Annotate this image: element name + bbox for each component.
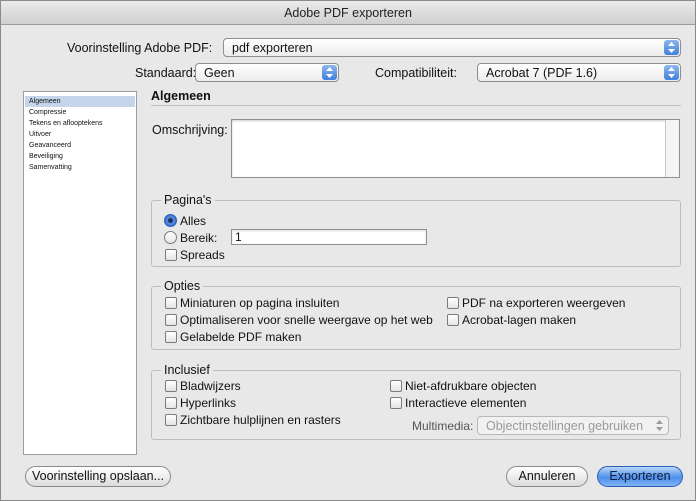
multimedia-value: Objectinstellingen gebruiken	[486, 419, 644, 433]
tagged-pdf-label: Gelabelde PDF maken	[180, 330, 302, 344]
tagged-pdf-checkbox[interactable]	[165, 331, 177, 343]
standard-label: Standaard:	[135, 66, 197, 80]
optimize-label: Optimaliseren voor snelle weergave op he…	[180, 313, 433, 327]
sidebar-item-uitvoer[interactable]: Uitvoer	[25, 129, 135, 140]
compat-value: Acrobat 7 (PDF 1.6)	[486, 66, 598, 80]
acrobat-layers-label: Acrobat-lagen maken	[462, 313, 577, 327]
sidebar-item-geavanceerd[interactable]: Geavanceerd	[25, 140, 135, 151]
cancel-button[interactable]: Annuleren	[506, 466, 588, 487]
save-preset-button[interactable]: Voorinstelling opslaan...	[25, 466, 171, 487]
view-after-export-checkbox[interactable]	[447, 297, 459, 309]
export-dialog: Adobe PDF exporteren Voorinstelling Adob…	[0, 0, 696, 501]
guides-grids-checkbox[interactable]	[165, 414, 177, 426]
preset-value: pdf exporteren	[232, 41, 313, 55]
view-after-export-label: PDF na exporteren weergeven	[462, 296, 626, 310]
select-arrows-icon	[322, 65, 337, 80]
range-radio[interactable]	[164, 231, 177, 244]
sidebar-item-compressie[interactable]: Compressie	[25, 107, 135, 118]
preset-select[interactable]: pdf exporteren	[223, 38, 681, 57]
preset-label: Voorinstelling Adobe PDF:	[67, 41, 213, 55]
section-heading: Algemeen	[151, 89, 211, 103]
spreads-label: Spreads	[180, 248, 225, 262]
compat-select[interactable]: Acrobat 7 (PDF 1.6)	[477, 63, 681, 82]
multimedia-select[interactable]: Objectinstellingen gebruiken	[477, 416, 669, 435]
select-arrows-icon	[664, 40, 679, 55]
category-sidebar: Algemeen Compressie Tekens en afloopteke…	[23, 91, 137, 455]
thumbnails-checkbox[interactable]	[165, 297, 177, 309]
all-pages-label: Alles	[180, 214, 207, 228]
hyperlinks-label: Hyperlinks	[180, 396, 237, 410]
sidebar-item-tekens[interactable]: Tekens en aflooptekens	[25, 118, 135, 129]
export-button[interactable]: Exporteren	[597, 466, 683, 487]
sidebar-item-algemeen[interactable]: Algemeen	[25, 96, 135, 107]
standard-select[interactable]: Geen	[195, 63, 339, 82]
multimedia-label: Multimedia:	[412, 419, 474, 433]
description-scrollbar[interactable]	[665, 120, 679, 177]
all-pages-radio[interactable]	[164, 214, 177, 227]
select-arrows-icon	[652, 418, 667, 433]
bookmarks-checkbox[interactable]	[165, 380, 177, 392]
bookmarks-label: Bladwijzers	[180, 379, 241, 393]
include-group-title: Inclusief	[161, 363, 213, 377]
description-label: Omschrijving:	[152, 123, 228, 137]
optimize-checkbox[interactable]	[165, 314, 177, 326]
guides-grids-label: Zichtbare hulplijnen en rasters	[180, 413, 341, 427]
nonprinting-checkbox[interactable]	[390, 380, 402, 392]
section-divider	[151, 105, 681, 106]
acrobat-layers-checkbox[interactable]	[447, 314, 459, 326]
spreads-checkbox[interactable]	[165, 249, 177, 261]
title-bar[interactable]: Adobe PDF exporteren	[1, 1, 695, 25]
sidebar-item-beveiliging[interactable]: Beveiliging	[25, 151, 135, 162]
sidebar-item-samenvatting[interactable]: Samenvatting	[25, 162, 135, 173]
range-label: Bereik:	[180, 231, 218, 245]
description-textarea[interactable]	[231, 119, 680, 178]
window-title: Adobe PDF exporteren	[284, 6, 412, 20]
pages-group-title: Pagina's	[161, 193, 215, 207]
options-group-title: Opties	[161, 279, 204, 293]
hyperlinks-checkbox[interactable]	[165, 397, 177, 409]
standard-value: Geen	[204, 66, 235, 80]
interactive-checkbox[interactable]	[390, 397, 402, 409]
thumbnails-label: Miniaturen op pagina insluiten	[180, 296, 340, 310]
select-arrows-icon	[664, 65, 679, 80]
interactive-label: Interactieve elementen	[405, 396, 527, 410]
nonprinting-label: Niet-afdrukbare objecten	[405, 379, 537, 393]
compat-label: Compatibiliteit:	[375, 66, 457, 80]
range-input[interactable]: 1	[231, 229, 427, 245]
